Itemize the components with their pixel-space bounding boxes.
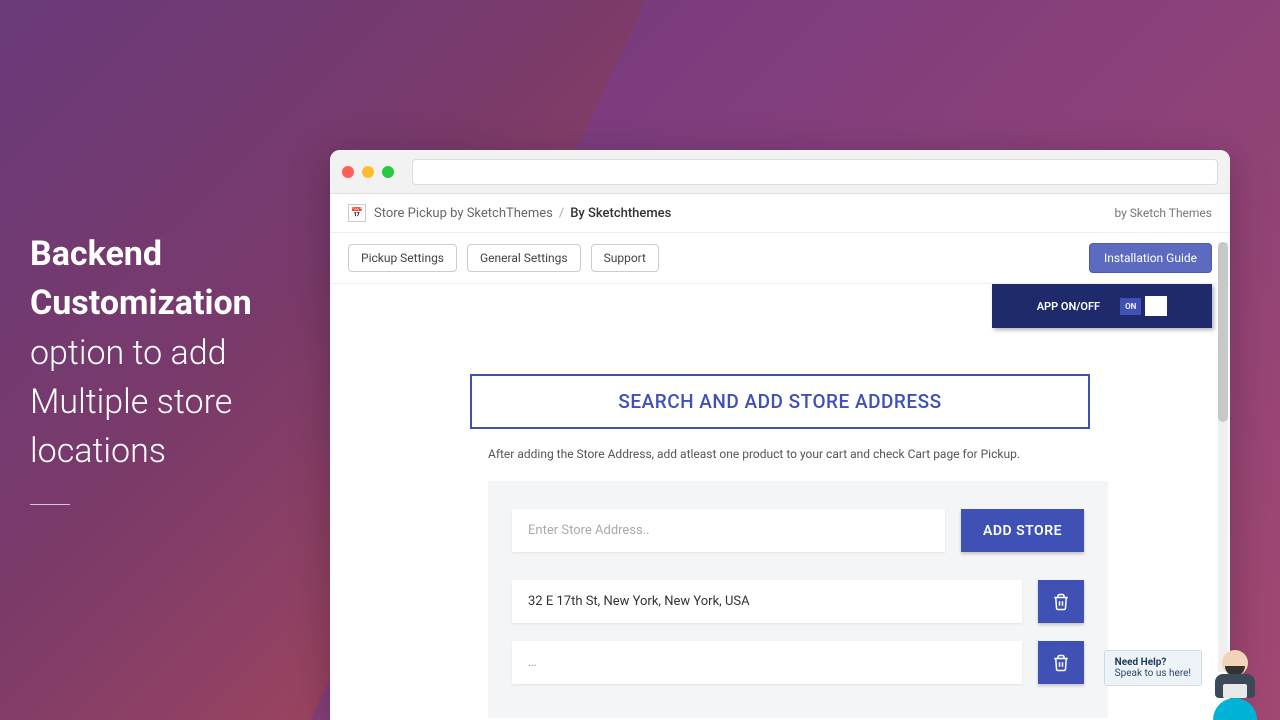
store-panel: ADD STORE 32 E 17th St, New York, New Yo… [488, 481, 1108, 718]
store-row: 32 E 17th St, New York, New York, USA [512, 580, 1084, 623]
search-title: SEARCH AND ADD STORE ADDRESS [470, 374, 1090, 429]
close-icon[interactable] [342, 166, 354, 178]
content-area: APP ON/OFF ON SEARCH AND ADD STORE ADDRE… [330, 284, 1230, 718]
app-toggle-bar: APP ON/OFF ON [992, 284, 1212, 328]
help-bubble: Need Help? Speak to us here! [1104, 650, 1202, 686]
pickup-settings-button[interactable]: Pickup Settings [348, 244, 457, 272]
store-address-item: 32 E 17th St, New York, New York, USA [512, 580, 1022, 623]
help-avatar-icon [1210, 650, 1260, 710]
help-widget[interactable]: Need Help? Speak to us here! [1104, 650, 1260, 710]
add-store-row: ADD STORE [512, 509, 1084, 552]
toggle-knob [1145, 296, 1167, 316]
minimize-icon[interactable] [362, 166, 374, 178]
app-toggle-switch[interactable]: ON [1120, 296, 1167, 316]
trash-icon [1052, 654, 1070, 672]
store-row: … [512, 641, 1084, 684]
scrollbar-thumb[interactable] [1218, 242, 1228, 422]
delete-store-button[interactable] [1038, 580, 1084, 623]
support-button[interactable]: Support [591, 244, 659, 272]
breadcrumb-app[interactable]: Store Pickup by SketchThemes [374, 206, 553, 221]
store-address-item: … [512, 641, 1022, 684]
browser-window: 📅 Store Pickup by SketchThemes / By Sket… [330, 150, 1230, 720]
hint-text: After adding the Store Address, add atle… [488, 447, 1212, 461]
app-toggle-label: APP ON/OFF [1037, 300, 1100, 313]
add-store-button[interactable]: ADD STORE [961, 509, 1084, 552]
toggle-state: ON [1120, 298, 1141, 315]
by-themes-link[interactable]: by Sketch Themes [1114, 206, 1212, 220]
app-icon: 📅 [348, 204, 366, 222]
delete-store-button[interactable] [1038, 641, 1084, 684]
url-bar[interactable] [412, 159, 1218, 185]
browser-chrome [330, 150, 1230, 194]
app-frame: 📅 Store Pickup by SketchThemes / By Sket… [330, 194, 1230, 720]
general-settings-button[interactable]: General Settings [467, 244, 581, 272]
toolbar: Pickup Settings General Settings Support… [330, 233, 1230, 284]
scrollbar[interactable] [1218, 242, 1228, 672]
promo-text: Backend Customization option to add Mult… [30, 230, 252, 505]
breadcrumb-separator: / [559, 206, 564, 221]
app-header: 📅 Store Pickup by SketchThemes / By Sket… [330, 194, 1230, 233]
maximize-icon[interactable] [382, 166, 394, 178]
trash-icon [1052, 593, 1070, 611]
installation-guide-button[interactable]: Installation Guide [1089, 243, 1212, 273]
store-address-input[interactable] [512, 509, 945, 552]
breadcrumb-vendor: By Sketchthemes [570, 206, 671, 221]
